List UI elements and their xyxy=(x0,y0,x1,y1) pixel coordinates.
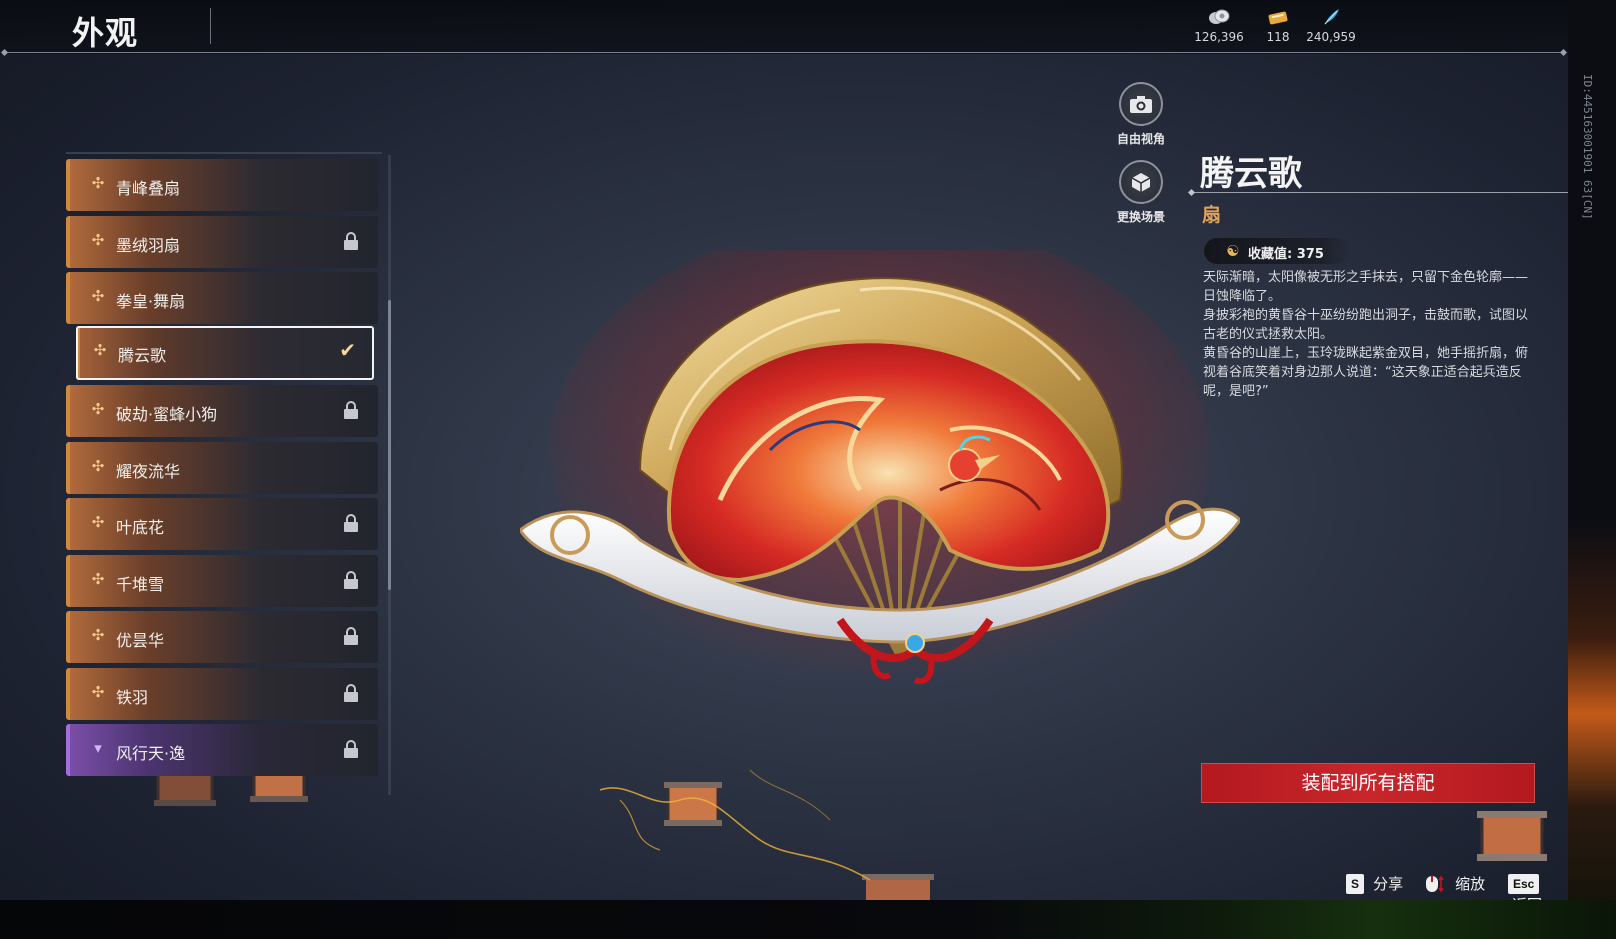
list-item[interactable]: ✣ 破劫·蜜蜂小狗 xyxy=(66,385,378,437)
list-item[interactable]: ✣ 叶底花 xyxy=(66,498,378,550)
item-label: 铁羽 xyxy=(116,688,149,707)
free-view-label: 自由视角 xyxy=(1116,132,1165,146)
lock-icon xyxy=(344,571,358,589)
rarity-icon: ✣ xyxy=(93,341,107,359)
description-paragraph: 身披彩袍的黄昏谷十巫纷纷跑出洞子，击鼓而歌，试图以古老的仪式拯救太阳。 xyxy=(1203,308,1529,342)
hotkey-key: Esc xyxy=(1508,873,1540,894)
mouse-icon xyxy=(1424,874,1446,894)
camera-icon xyxy=(1119,82,1163,126)
item-label: 优昙华 xyxy=(116,631,165,650)
collection-value-text: 收藏值: 375 xyxy=(1248,247,1324,262)
rarity-icon: ✣ xyxy=(91,570,105,588)
zoom-hotkey[interactable]: 缩放 xyxy=(1424,873,1485,895)
list-item[interactable]: ✣ 拳皇·舞扇 xyxy=(66,272,378,324)
list-item[interactable]: ✣ 耀夜流华 xyxy=(66,442,378,494)
change-scene-button[interactable]: 更换场景 xyxy=(1106,160,1176,225)
lock-icon xyxy=(344,627,358,645)
item-label: 叶底花 xyxy=(116,518,165,537)
fan-model-preview[interactable] xyxy=(520,250,1240,720)
item-label: 拳皇·舞扇 xyxy=(116,292,186,311)
rarity-icon: ✣ xyxy=(91,231,105,249)
item-label: 墨绒羽扇 xyxy=(116,236,181,255)
free-view-button[interactable]: 自由视角 xyxy=(1106,82,1176,147)
item-type-label: 扇 xyxy=(1202,204,1222,226)
blue-feather-icon xyxy=(1296,8,1366,28)
collection-icon: ☯ xyxy=(1226,242,1240,260)
change-scene-label: 更换场景 xyxy=(1116,210,1165,224)
rarity-icon: ✣ xyxy=(91,683,105,701)
lock-icon xyxy=(344,401,358,419)
list-item[interactable]: ✣ 优昙华 xyxy=(66,611,378,663)
lock-icon xyxy=(344,684,358,702)
scene-background: 外观 126,396 118 240,959 ✣ 青峰叠扇 ✣ 墨绒羽扇 ✣ 拳… xyxy=(0,0,1568,900)
list-item[interactable]: ✣ 铁羽 xyxy=(66,668,378,720)
hotkey-label: 缩放 xyxy=(1455,875,1486,893)
title-divider xyxy=(210,8,211,44)
item-description: 天际渐暗，太阳像被无形之手抹去，只留下金色轮廓——日蚀降临了。 身披彩袍的黄昏谷… xyxy=(1203,268,1537,401)
rarity-icon: ✣ xyxy=(91,287,105,305)
description-paragraph: 黄昏谷的山崖上，玉玲珑眯起紫金双目，她手摇折扇，俯视着谷底笑着对身边那人说道：“… xyxy=(1203,346,1529,399)
item-label: 耀夜流华 xyxy=(116,462,181,481)
client-id-text: ID:445163001901 63[CN] xyxy=(1581,74,1594,220)
top-bar: 外观 126,396 118 240,959 xyxy=(0,0,1568,54)
bottom-background-strip xyxy=(0,900,1616,939)
rarity-icon: ✣ xyxy=(91,513,105,531)
hotkey-key: S xyxy=(1346,873,1365,894)
header-divider xyxy=(4,52,1564,53)
rarity-icon: ✣ xyxy=(91,626,105,644)
description-paragraph: 天际渐暗，太阳像被无形之手抹去，只留下金色轮廓——日蚀降临了。 xyxy=(1203,270,1529,304)
lock-icon xyxy=(344,232,358,250)
rarity-icon: ✣ xyxy=(91,400,105,418)
lantern-prop xyxy=(1474,808,1550,870)
collection-value-badge: ☯ 收藏值: 375 xyxy=(1204,238,1350,264)
rarity-icon: ✣ xyxy=(91,174,105,192)
cube-icon xyxy=(1119,160,1163,204)
rarity-icon: ▾ xyxy=(94,739,102,757)
list-item[interactable]: ✣ 千堆雪 xyxy=(66,555,378,607)
item-name-title: 腾云歌 xyxy=(1200,154,1302,194)
hotkey-label: 分享 xyxy=(1373,875,1404,893)
item-label: 千堆雪 xyxy=(116,575,165,594)
item-label: 青峰叠扇 xyxy=(116,179,181,198)
back-hotkey[interactable]: Esc 返回 xyxy=(1508,873,1568,900)
equip-all-button[interactable]: 装配到所有搭配 xyxy=(1201,763,1535,803)
currency-feather: 240,959 xyxy=(1296,8,1366,44)
item-label: 腾云歌 xyxy=(118,346,167,365)
item-label: 破劫·蜜蜂小狗 xyxy=(116,405,218,424)
item-label: 风行天·逸 xyxy=(116,744,186,763)
list-item-selected[interactable]: ✣ 腾云歌 ✔ xyxy=(76,326,374,380)
title-underline xyxy=(1192,192,1568,193)
share-hotkey[interactable]: S 分享 xyxy=(1346,873,1403,895)
page-title: 外观 xyxy=(72,14,139,52)
list-item[interactable]: ✣ 墨绒羽扇 xyxy=(66,216,378,268)
rarity-icon: ✣ xyxy=(91,457,105,475)
check-icon: ✔ xyxy=(339,338,356,362)
appearance-item-list: ✣ 青峰叠扇 ✣ 墨绒羽扇 ✣ 拳皇·舞扇 ✣ 腾云歌 ✔ ✣ 破劫·蜜蜂小狗 … xyxy=(66,150,384,800)
lock-icon xyxy=(344,514,358,532)
currency-feather-value: 240,959 xyxy=(1306,30,1356,44)
ground-crack-glow xyxy=(599,769,871,881)
lock-icon xyxy=(344,740,358,758)
list-scrollbar[interactable] xyxy=(388,300,391,590)
list-item[interactable]: ▾ 风行天·逸 xyxy=(66,724,378,776)
list-item[interactable]: ✣ 青峰叠扇 xyxy=(66,159,378,211)
